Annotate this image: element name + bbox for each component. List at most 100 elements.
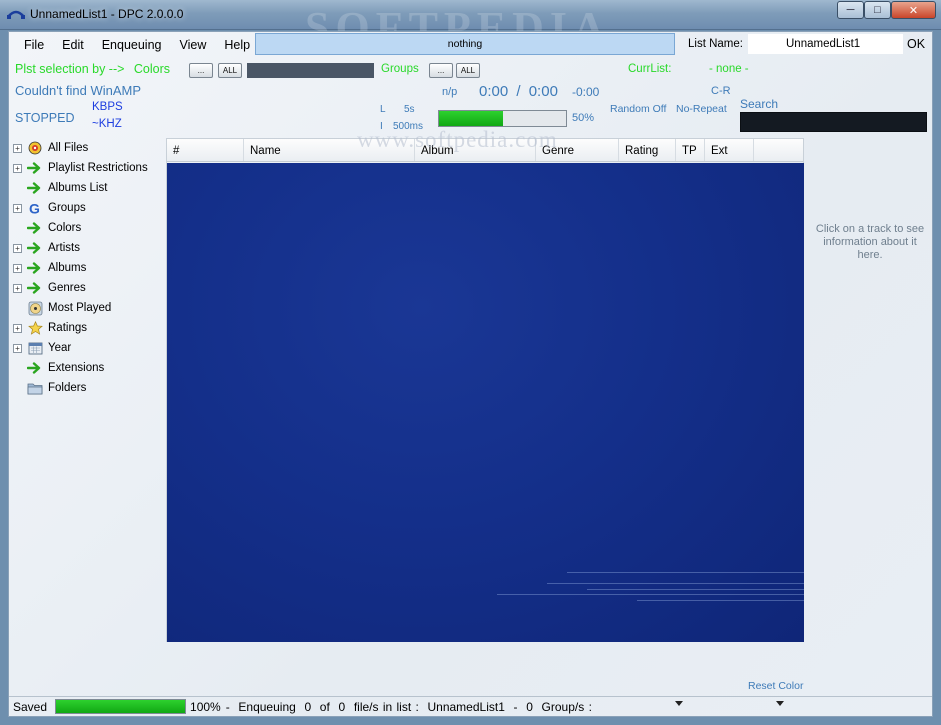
- tree-item-folders[interactable]: Folders: [13, 378, 163, 398]
- green-arrow-icon: [27, 261, 43, 275]
- maximize-button[interactable]: □: [864, 1, 891, 19]
- green-arrow-icon: [27, 181, 43, 195]
- tree-item-label: Ratings: [48, 322, 87, 334]
- tree-item-playlist-restrictions[interactable]: + Playlist Restrictions: [13, 158, 163, 178]
- ok-button[interactable]: OK: [907, 37, 925, 51]
- time-separator: /: [516, 83, 521, 100]
- tree-item-label: Folders: [48, 382, 87, 394]
- track-list-header: # Name Album Genre Rating TP Ext www.sof…: [167, 127, 803, 162]
- status-progress-bar: [55, 699, 187, 714]
- reset-color-link[interactable]: Reset Color: [748, 680, 803, 692]
- groups-all-button[interactable]: ALL: [456, 63, 480, 78]
- green-arrow-icon: [27, 281, 43, 295]
- tree-item-label: Colors: [48, 222, 82, 234]
- tree-item-ratings[interactable]: + Ratings: [13, 318, 163, 338]
- elapsed-time: 0:00: [479, 83, 509, 100]
- cr-toggle[interactable]: C-R: [711, 85, 731, 97]
- menu-file[interactable]: File: [24, 36, 44, 54]
- volume-slider[interactable]: [438, 110, 567, 127]
- decor-streak: [637, 600, 804, 601]
- menu-edit[interactable]: Edit: [62, 36, 84, 54]
- tree-item-year[interactable]: + Year: [13, 338, 163, 358]
- menu-enqueuing[interactable]: Enqueuing: [102, 36, 162, 54]
- tree-item-colors[interactable]: Colors: [13, 218, 163, 238]
- tree-item-albums[interactable]: + Albums: [13, 258, 163, 278]
- column-ext[interactable]: Ext: [705, 139, 754, 161]
- close-button[interactable]: ✕: [891, 1, 936, 19]
- search-input[interactable]: [740, 112, 927, 132]
- volume-percent: 50%: [572, 112, 595, 124]
- remaining-time: -0:00: [572, 85, 600, 99]
- expand-plus-icon[interactable]: +: [13, 283, 22, 293]
- minimize-button[interactable]: ─: [837, 1, 864, 19]
- track-info-panel: Click on a track to see information abou…: [815, 223, 925, 261]
- menu-view[interactable]: View: [179, 36, 206, 54]
- expand-plus-icon[interactable]: +: [13, 323, 22, 333]
- expand-plus-icon[interactable]: +: [13, 143, 22, 153]
- green-arrow-icon: [27, 361, 43, 375]
- expand-plus-icon[interactable]: +: [13, 243, 22, 253]
- tree-item-label: Year: [48, 342, 72, 354]
- green-arrow-icon: [27, 241, 43, 255]
- list-name-field[interactable]: UnnamedList1: [748, 34, 903, 54]
- status-progress-fill: [56, 700, 186, 713]
- tree-item-all-files[interactable]: + All Files: [13, 138, 163, 158]
- library-tree: + All Files + Playlist Restrictions Albums L…: [13, 138, 163, 398]
- svg-text:G: G: [29, 201, 40, 215]
- tree-item-label: Artists: [48, 242, 80, 254]
- khz-label: ~KHZ: [92, 118, 122, 130]
- kbps-label: KBPS: [92, 101, 123, 113]
- volume-fill: [439, 111, 503, 126]
- expand-plus-icon[interactable]: +: [13, 203, 22, 213]
- random-toggle[interactable]: Random Off: [610, 103, 666, 115]
- color-swatch-bar[interactable]: [247, 63, 374, 78]
- winamp-status-message: Couldn't find WinAMP: [15, 83, 142, 98]
- expand-plus-icon[interactable]: +: [13, 163, 22, 173]
- colors-all-button[interactable]: ALL: [218, 63, 242, 78]
- tree-item-label: Groups: [48, 202, 86, 214]
- menu-help[interactable]: Help: [224, 36, 250, 54]
- g-letter-icon: G: [27, 201, 43, 215]
- decor-streak: [587, 589, 804, 590]
- progress-percent: 100%: [190, 699, 221, 714]
- colors-browse-button[interactable]: ...: [189, 63, 213, 78]
- tree-item-extensions[interactable]: Extensions: [13, 358, 163, 378]
- winamp-icon: [27, 141, 43, 155]
- tree-item-albums-list[interactable]: Albums List: [13, 178, 163, 198]
- tree-item-groups[interactable]: + G Groups: [13, 198, 163, 218]
- column-rating[interactable]: Rating: [619, 139, 676, 161]
- groups-label: Groups: [381, 63, 419, 75]
- tree-item-genres[interactable]: + Genres: [13, 278, 163, 298]
- total-time: 0:00: [528, 83, 558, 100]
- track-list-body[interactable]: [167, 163, 804, 642]
- tree-item-artists[interactable]: + Artists: [13, 238, 163, 258]
- time-display: 0:00 / 0:00: [479, 83, 558, 100]
- status-text: - Enqueuing 0 of 0 file/s in list : Unna…: [225, 699, 592, 714]
- l-label: L: [380, 104, 386, 115]
- column-number[interactable]: #: [167, 139, 244, 161]
- groups-browse-button[interactable]: ...: [429, 63, 453, 78]
- search-label: Search: [740, 97, 779, 111]
- repeat-toggle[interactable]: No-Repeat: [676, 103, 727, 115]
- group-dropdown-arrow-icon[interactable]: [675, 701, 683, 706]
- status-bar: Saved 100% - Enqueuing 0 of 0 file/s in …: [9, 696, 932, 716]
- currlist-value: - none -: [709, 63, 749, 75]
- expand-plus-icon[interactable]: +: [13, 343, 22, 353]
- expand-plus-icon[interactable]: +: [13, 263, 22, 273]
- tree-item-label: Albums List: [48, 182, 108, 194]
- np-label: n/p: [442, 86, 458, 98]
- decor-streak: [497, 594, 804, 595]
- column-tp[interactable]: TP: [676, 139, 705, 161]
- plst-label: Plst selection by -->: [15, 62, 125, 76]
- window-title: UnnamedList1 - DPC 2.0.0.0: [30, 7, 184, 21]
- title-bar: UnnamedList1 - DPC 2.0.0.0 SOFTPEDIA ─ □…: [0, 0, 941, 52]
- tree-item-most-played[interactable]: Most Played: [13, 298, 163, 318]
- second-dropdown-arrow-icon[interactable]: [776, 701, 784, 706]
- saved-label: Saved: [13, 699, 48, 714]
- app-client-area: File Edit Enqueuing View Help nothing Li…: [8, 31, 933, 717]
- calendar-icon: [27, 341, 43, 355]
- tree-item-label: Playlist Restrictions: [48, 162, 148, 174]
